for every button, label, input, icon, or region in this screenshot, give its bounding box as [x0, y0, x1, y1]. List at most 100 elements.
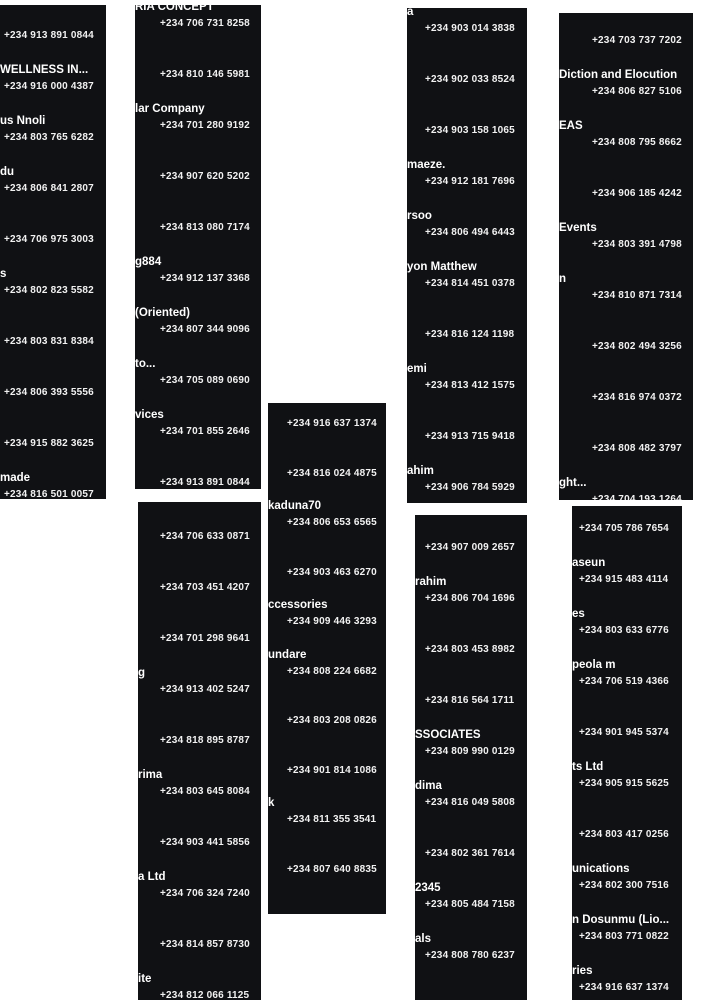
contact-row[interactable]: +234 903 158 1065	[407, 108, 527, 159]
contact-row[interactable]: ts Ltd +234 905 915 5625	[572, 761, 682, 812]
contact-row[interactable]: +234 703 737 7202	[559, 18, 693, 69]
contact-row[interactable]: +234 818 895 8787	[138, 718, 261, 769]
contact-row[interactable]: a Ltd +234 706 324 7240	[138, 871, 261, 922]
contact-row[interactable]: rima +234 803 645 8084	[138, 769, 261, 820]
contact-row[interactable]: +234 814 857 8730	[138, 922, 261, 973]
contact-row[interactable]: +234 901 814 1086	[268, 748, 386, 799]
contact-row[interactable]: +234 816 124 1198	[407, 312, 527, 363]
contact-row[interactable]: EAS +234 808 795 8662	[559, 120, 693, 171]
contact-row[interactable]: kaduna70 +234 806 653 6565	[268, 500, 386, 551]
contact-row[interactable]: us Nnoli +234 803 765 6282	[0, 115, 106, 166]
contact-row[interactable]: made +234 816 501 0057	[0, 472, 106, 499]
contact-row[interactable]: +234 907 620 5202	[135, 154, 261, 205]
contact-row[interactable]: n +234 810 871 7314	[559, 273, 693, 324]
contact-row[interactable]: g884 +234 912 137 3368	[135, 256, 261, 307]
contact-row[interactable]: +234 701 298 9641	[138, 616, 261, 667]
contact-row[interactable]: ght... +234 704 193 1264	[559, 477, 693, 500]
contact-row[interactable]: RIA CONCEPT +234 706 731 8258	[135, 5, 261, 52]
contact-row[interactable]: +234 803 417 0256	[572, 812, 682, 863]
contact-phone: +234 915 483 4114	[579, 574, 669, 585]
contact-row[interactable]: ccessories +234 909 446 3293	[268, 599, 386, 650]
contact-row[interactable]: yon Matthew +234 814 451 0378	[407, 261, 527, 312]
contact-name: g	[138, 667, 146, 679]
contact-row[interactable]: +234 816 024 4875	[268, 451, 386, 502]
contact-row[interactable]: Diction and Elocution +234 806 827 5106	[559, 69, 693, 120]
contact-row[interactable]: a +234 903 014 3838	[407, 8, 527, 57]
contact-row[interactable]: rsoo +234 806 494 6443	[407, 210, 527, 261]
contact-row[interactable]: n Dosunmu (Lio... +234 803 771 0822	[572, 914, 682, 965]
contact-list-strip-2: RIA CONCEPT +234 706 731 8258 +234 810 146…	[135, 5, 261, 489]
contact-phone: +234 816 124 1198	[425, 329, 515, 340]
contact-name: made	[0, 472, 31, 484]
contact-row[interactable]: +234 802 494 3256	[559, 324, 693, 375]
contact-phone: +234 706 519 4366	[579, 676, 669, 687]
contact-row[interactable]: +234 807 640 8835	[268, 847, 386, 898]
contact-row[interactable]: k +234 811 355 3541	[268, 797, 386, 848]
contact-row[interactable]: s +234 802 823 5582	[0, 268, 106, 319]
contact-row[interactable]: rahim +234 806 704 1696	[415, 576, 527, 627]
contact-row[interactable]: +234 901 945 5374	[572, 710, 682, 761]
contact-row[interactable]: +234 906 185 4242	[559, 171, 693, 222]
contact-row[interactable]: peola m +234 706 519 4366	[572, 659, 682, 710]
contact-row[interactable]: +234 816 564 1711	[415, 678, 527, 729]
contact-name: maeze.	[407, 159, 446, 171]
contact-row[interactable]: dima +234 816 049 5808	[415, 780, 527, 831]
contact-row[interactable]: +234 806 393 5556	[0, 370, 106, 421]
contact-phone: +234 810 871 7314	[592, 290, 682, 301]
contact-row[interactable]: lar Company +234 701 280 9192	[135, 103, 261, 154]
contact-row[interactable]: g +234 913 402 5247	[138, 667, 261, 718]
contact-row[interactable]: +234 803 208 0826	[268, 698, 386, 749]
contact-phone: +234 803 453 8982	[425, 644, 515, 655]
contact-row[interactable]: +234 808 482 3797	[559, 426, 693, 477]
contact-row[interactable]: +234 812 983 4047	[268, 896, 386, 914]
contact-row[interactable]: ite +234 812 066 1125	[138, 973, 261, 1000]
contact-row[interactable]: vices +234 701 855 2646	[135, 409, 261, 460]
contact-row[interactable]: aseun +234 915 483 4114	[572, 557, 682, 608]
contact-row[interactable]: +234 913 891 0844	[0, 13, 106, 64]
contact-row[interactable]: +234 902 033 8524	[407, 57, 527, 108]
contact-row[interactable]: SSOCIATES +234 809 990 0129	[415, 729, 527, 780]
contact-row[interactable]: +234 813 080 7174	[135, 205, 261, 256]
contact-row[interactable]: du +234 806 841 2807	[0, 166, 106, 217]
contact-row[interactable]: +234 903 463 6270	[268, 550, 386, 601]
contact-phone: +234 701 855 2646	[160, 426, 250, 437]
contact-row[interactable]: +234 806 023 4751	[415, 984, 527, 1000]
contact-phone: +234 809 990 0129	[425, 746, 515, 757]
contact-phone: +234 808 224 6682	[287, 665, 377, 677]
contact-row[interactable]: +234 816 974 0372	[559, 375, 693, 426]
contact-row[interactable]: emi +234 813 412 1575	[407, 363, 527, 414]
contact-name: a	[407, 8, 414, 18]
contact-row[interactable]: +234 903 441 5856	[138, 820, 261, 871]
contact-row[interactable]: +234 913 891 0844	[135, 460, 261, 489]
contact-row[interactable]: unications +234 802 300 7516	[572, 863, 682, 914]
contact-row[interactable]: undare +234 808 224 6682	[268, 649, 386, 700]
contact-row[interactable]: +234 916 637 1374	[268, 403, 386, 452]
contact-row[interactable]: +234 705 786 7654	[572, 506, 682, 557]
contact-row[interactable]: +234 907 009 2657	[415, 525, 527, 576]
contact-row[interactable]: 2345 +234 805 484 7158	[415, 882, 527, 933]
contact-row[interactable]: +234 810 146 5981	[135, 52, 261, 103]
contact-row[interactable]: +234 703 451 4207	[138, 565, 261, 616]
contact-phone: +234 814 857 8730	[160, 939, 250, 950]
contact-row[interactable]: als +234 808 780 6237	[415, 933, 527, 984]
contact-row[interactable]: (Oriented) +234 807 344 9096	[135, 307, 261, 358]
contact-row[interactable]: WELLNESS IN... +234 916 000 4387	[0, 64, 106, 115]
contact-name: rsoo	[407, 210, 432, 222]
contact-row[interactable]: +234 913 715 9418	[407, 414, 527, 465]
contact-name: unications	[572, 863, 630, 875]
contact-row[interactable]: ahim +234 906 784 5929	[407, 465, 527, 503]
contact-row[interactable]: Events +234 803 391 4798	[559, 222, 693, 273]
contact-row[interactable]: +234 706 975 3003	[0, 217, 106, 268]
contact-row[interactable]: to... +234 705 089 0690	[135, 358, 261, 409]
contact-phone: +234 805 484 7158	[425, 899, 515, 910]
contact-row[interactable]: +234 915 882 3625	[0, 421, 106, 472]
contact-row[interactable]: +234 803 831 8384	[0, 319, 106, 370]
contact-row[interactable]: maeze. +234 912 181 7696	[407, 159, 527, 210]
contact-row[interactable]: +234 802 361 7614	[415, 831, 527, 882]
contact-phone: +234 803 208 0826	[287, 715, 377, 726]
contact-row[interactable]: es +234 803 633 6776	[572, 608, 682, 659]
contact-row[interactable]: +234 803 453 8982	[415, 627, 527, 678]
contact-phone: +234 912 181 7696	[425, 176, 515, 187]
contact-row[interactable]: ries +234 916 637 1374	[572, 965, 682, 1000]
contact-row[interactable]: +234 706 633 0871	[138, 514, 261, 565]
